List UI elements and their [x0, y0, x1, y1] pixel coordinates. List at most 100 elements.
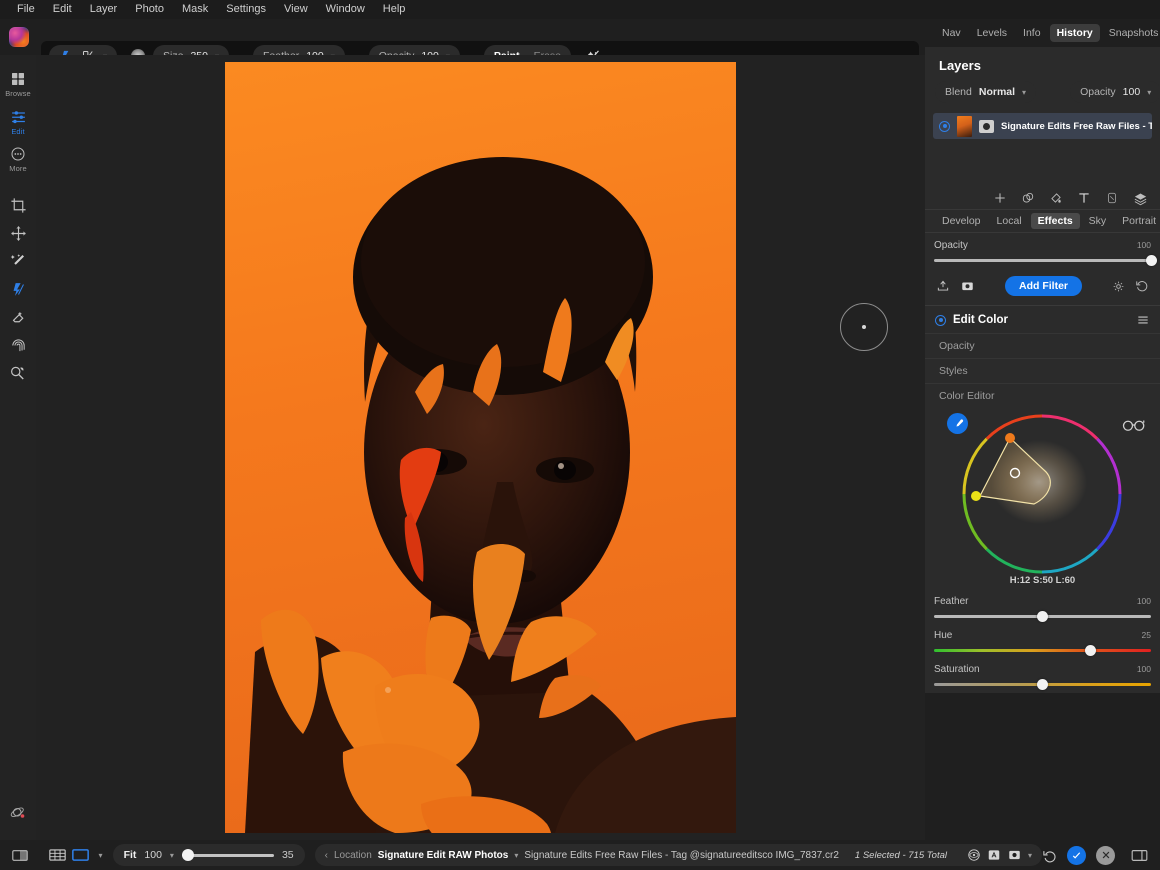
zoom-control: Fit 100 ▾ 35	[113, 844, 305, 866]
sidebar-item-browse[interactable]: Browse	[0, 65, 36, 102]
menu-item-help[interactable]: Help	[374, 0, 415, 19]
saturation-slider[interactable]	[934, 678, 1151, 692]
sidebar-tool-crop[interactable]	[0, 191, 36, 219]
hue-slider-value: 25	[1142, 630, 1151, 640]
slider-knob[interactable]	[182, 849, 194, 861]
location-bar: ‹ Location Signature Edit RAW Photos ▾ S…	[315, 844, 1042, 866]
tab-develop[interactable]: Develop	[935, 213, 988, 229]
photo-canvas[interactable]	[225, 62, 736, 833]
panel-toggle-icon[interactable]	[1131, 849, 1148, 862]
menu-item-photo[interactable]: Photo	[126, 0, 173, 19]
chevron-down-icon[interactable]: ▾	[1028, 851, 1032, 860]
mask-overlay-icon[interactable]	[1007, 848, 1022, 862]
zoom-slider-value: 35	[282, 849, 294, 861]
confirm-button[interactable]	[1067, 846, 1086, 865]
eyedropper-button[interactable]	[947, 413, 968, 434]
tab-levels[interactable]: Levels	[970, 24, 1014, 42]
chevron-down-icon[interactable]: ▾	[170, 851, 174, 860]
hue-slider[interactable]	[934, 644, 1151, 658]
import-preset-icon[interactable]	[936, 279, 950, 293]
sidebar-label-browse: Browse	[5, 89, 31, 98]
single-view-button[interactable]	[69, 844, 93, 866]
menu-item-settings[interactable]: Settings	[217, 0, 275, 19]
blend-mode-selector[interactable]: Blend Normal ▾	[935, 81, 1036, 103]
reset-icon[interactable]	[1135, 279, 1149, 293]
split-view-button[interactable]	[8, 844, 32, 866]
tab-snapshots[interactable]: Snapshots	[1102, 24, 1160, 42]
gradient-layer-icon[interactable]	[1105, 191, 1119, 205]
tab-sky[interactable]: Sky	[1082, 213, 1114, 229]
tab-local[interactable]: Local	[990, 213, 1029, 229]
zoom-value[interactable]: 100	[144, 849, 162, 861]
tab-nav[interactable]: Nav	[935, 24, 968, 42]
feather-slider[interactable]	[934, 610, 1151, 624]
fill-layer-icon[interactable]	[1049, 191, 1063, 205]
tab-effects[interactable]: Effects	[1031, 213, 1080, 229]
sidebar-ai-button[interactable]	[0, 804, 36, 822]
zoom-fit-label[interactable]: Fit	[124, 849, 137, 861]
chevron-down-icon[interactable]: ▾	[514, 851, 518, 860]
menu-item-layer[interactable]: Layer	[81, 0, 127, 19]
effects-opacity-slider[interactable]	[934, 254, 1151, 268]
text-layer-icon[interactable]	[1077, 191, 1091, 205]
menu-item-edit[interactable]: Edit	[44, 0, 81, 19]
hamburger-icon[interactable]	[1136, 313, 1150, 327]
menu-item-view[interactable]: View	[275, 0, 317, 19]
sidebar-tool-eraser[interactable]	[0, 303, 36, 331]
tab-portrait[interactable]: Portrait	[1115, 213, 1160, 229]
location-collection[interactable]: Signature Edit RAW Photos	[378, 850, 509, 861]
layer-list-item[interactable]: Signature Edits Free Raw Files - Tag @si…	[933, 113, 1152, 139]
slider-knob[interactable]	[1085, 645, 1096, 656]
sidebar-tool-move[interactable]	[0, 219, 36, 247]
sidebar-tool-brush[interactable]	[0, 275, 36, 303]
tab-info[interactable]: Info	[1016, 24, 1048, 42]
layer-opacity-field[interactable]: Opacity 100 ▾	[1070, 81, 1160, 103]
glasses-icon[interactable]	[1122, 417, 1146, 433]
color-wheel-area[interactable]: H:12 S:50 L:60	[925, 408, 1160, 590]
sidebar-item-edit[interactable]: Edit	[0, 102, 36, 140]
menu-item-file[interactable]: File	[8, 0, 44, 19]
hsl-readout: H:12 S:50 L:60	[925, 575, 1160, 586]
grid-view-icon	[49, 848, 66, 862]
bottom-actions	[1042, 846, 1152, 865]
sidebar-tool-dodge-burn[interactable]	[0, 359, 36, 387]
add-filter-button[interactable]: Add Filter	[1005, 276, 1082, 296]
split-view-icon	[12, 849, 28, 862]
effects-opacity-value: 100	[1137, 240, 1151, 250]
edit-color-opacity-section[interactable]: Opacity	[925, 333, 1160, 358]
slider-knob[interactable]	[1037, 611, 1048, 622]
duplicate-layer-icon[interactable]	[1021, 191, 1035, 205]
menu-item-window[interactable]: Window	[317, 0, 374, 19]
chevron-down-icon: ▾	[1022, 88, 1026, 97]
menu-item-mask[interactable]: Mask	[173, 0, 217, 19]
module-tab-bar: Develop Local Effects Sky Portrait	[925, 209, 1160, 233]
slider-knob[interactable]	[1037, 679, 1048, 690]
slider-knob[interactable]	[1146, 255, 1157, 266]
view-mode-chevron-down-icon[interactable]: ▾	[99, 851, 103, 860]
letter-a-icon[interactable]	[987, 848, 1001, 862]
check-icon	[1071, 850, 1082, 861]
sidebar-item-more[interactable]: More	[0, 140, 36, 177]
location-path: Signature Edits Free Raw Files - Tag @si…	[524, 850, 839, 861]
sidebar-tool-magic-wand[interactable]	[0, 247, 36, 275]
layer-visibility-toggle[interactable]	[939, 121, 950, 132]
preview-eye-icon[interactable]	[967, 848, 981, 862]
canvas-area[interactable]	[36, 55, 925, 840]
menu-bar: File Edit Layer Photo Mask Settings View…	[0, 0, 1160, 19]
gear-icon[interactable]	[1112, 280, 1125, 293]
layers-stack-icon[interactable]	[1133, 191, 1148, 206]
grid-view-button[interactable]	[46, 844, 70, 866]
mask-icon[interactable]	[960, 279, 975, 293]
undo-icon[interactable]	[1042, 848, 1057, 863]
edit-color-enable-toggle[interactable]	[935, 315, 946, 326]
cancel-button[interactable]	[1096, 846, 1115, 865]
layer-mask-thumbnail[interactable]	[979, 120, 994, 133]
edit-color-title: Edit Color	[953, 314, 1008, 326]
tab-history[interactable]: History	[1050, 24, 1100, 42]
add-layer-icon[interactable]	[993, 191, 1007, 205]
sidebar-tool-clone-stamp[interactable]	[0, 331, 36, 359]
edit-color-styles-section[interactable]: Styles	[925, 358, 1160, 383]
zoom-slider[interactable]	[182, 849, 274, 861]
ellipsis-icon	[10, 146, 26, 162]
chevron-left-icon[interactable]: ‹	[325, 850, 328, 861]
